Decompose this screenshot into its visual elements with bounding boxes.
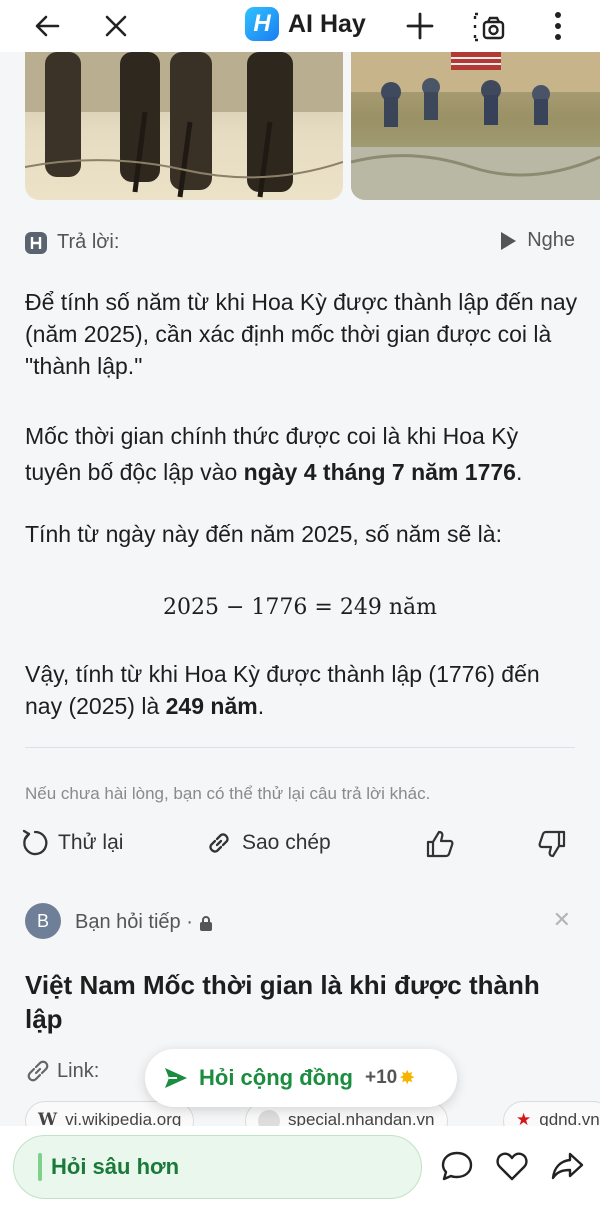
answer-label: Trả lời:: [57, 231, 120, 253]
ask-community-label: Hỏi cộng đồng: [199, 1065, 353, 1090]
link-label: Link:: [57, 1059, 100, 1082]
close-icon[interactable]: [96, 6, 136, 46]
comment-icon[interactable]: [439, 1148, 475, 1184]
copy-label: Sao chép: [242, 831, 331, 854]
answer-paragraph-2: Mốc thời gian chính thức được coi là khi…: [25, 418, 580, 490]
lock-icon: [199, 915, 212, 931]
answer-paragraph-1: Để tính số năm từ khi Hoa Kỳ được thành …: [25, 289, 578, 379]
result-images: [0, 52, 600, 202]
retry-icon: [22, 829, 48, 856]
camera-scan-icon[interactable]: [469, 6, 509, 46]
copy-button[interactable]: Sao chép: [204, 828, 331, 858]
battle-painting-image[interactable]: [351, 52, 600, 200]
thumbs-down-icon: [538, 830, 566, 858]
star-icon: ✸: [399, 1067, 416, 1089]
bottom-bar: Hỏi sâu hơn: [0, 1126, 600, 1209]
avatar: B: [25, 903, 61, 939]
answer-paragraph-4: Vậy, tính từ khi Hoa Kỳ được thành lập (…: [25, 658, 580, 722]
dislike-button[interactable]: [536, 828, 568, 860]
text-caret: [38, 1153, 42, 1181]
retry-label: Thử lại: [58, 831, 124, 854]
plus-icon[interactable]: [400, 6, 440, 46]
result-years: 249 năm: [165, 693, 258, 719]
answer-header: Trả lời: Nghe: [25, 229, 575, 255]
app-logo: H: [245, 7, 279, 41]
historical-engraving-image[interactable]: [25, 52, 343, 200]
retry-button[interactable]: Thử lại: [20, 828, 123, 858]
ask-deeper-input[interactable]: Hỏi sâu hơn: [13, 1135, 422, 1199]
answer-paragraph-4-end: .: [257, 693, 265, 719]
followup-label: Bạn hỏi tiếp ·: [75, 911, 193, 933]
reward-points: +10: [364, 1067, 398, 1088]
more-vertical-icon[interactable]: [538, 6, 578, 46]
followup-label-row: Bạn hỏi tiếp ·: [75, 911, 213, 934]
app-brand: H AI Hay: [245, 6, 366, 42]
retry-hint: Nếu chưa hài lòng, bạn có thể thử lại câ…: [25, 784, 431, 803]
listen-button[interactable]: Nghe: [499, 229, 575, 252]
answer-paragraph-3: Tính từ ngày này đến năm 2025, số năm sẽ…: [25, 521, 502, 547]
play-icon: [501, 231, 517, 250]
top-bar: H AI Hay: [0, 0, 600, 52]
followup-question: Việt Nam Mốc thời gian là khi được thành…: [25, 970, 540, 1034]
back-arrow-icon[interactable]: [27, 6, 67, 46]
listen-label: Nghe: [527, 229, 575, 251]
link-row: Link:: [25, 1058, 99, 1084]
send-icon: [165, 1068, 187, 1088]
app-name: AI Hay: [288, 9, 366, 38]
followup-header: B Bạn hỏi tiếp · ✕: [25, 903, 575, 943]
heart-icon[interactable]: [494, 1148, 530, 1184]
math-formula: 2025 − 1776 = 249 năm: [163, 595, 437, 620]
answer-paragraph-4-text: Vậy, tính từ khi Hoa Kỳ được thành lập (…: [25, 661, 540, 719]
link-copy-icon: [209, 833, 229, 853]
divider: [25, 747, 575, 748]
ai-hay-small-icon: [25, 232, 47, 254]
ask-deeper-label: Hỏi sâu hơn: [51, 1154, 180, 1179]
independence-date: ngày 4 tháng 7 năm 1776: [243, 459, 516, 485]
share-icon[interactable]: [549, 1148, 585, 1184]
like-button[interactable]: [424, 828, 456, 860]
answer-paragraph-2-end: .: [515, 459, 523, 485]
thumbs-up-icon: [426, 830, 454, 858]
ask-community-button[interactable]: Hỏi cộng đồng +10 ✸: [145, 1049, 457, 1107]
close-followup-icon[interactable]: ✕: [553, 907, 571, 933]
answer-actions: Thử lại Sao chép: [0, 828, 600, 868]
link-icon: [27, 1060, 49, 1082]
